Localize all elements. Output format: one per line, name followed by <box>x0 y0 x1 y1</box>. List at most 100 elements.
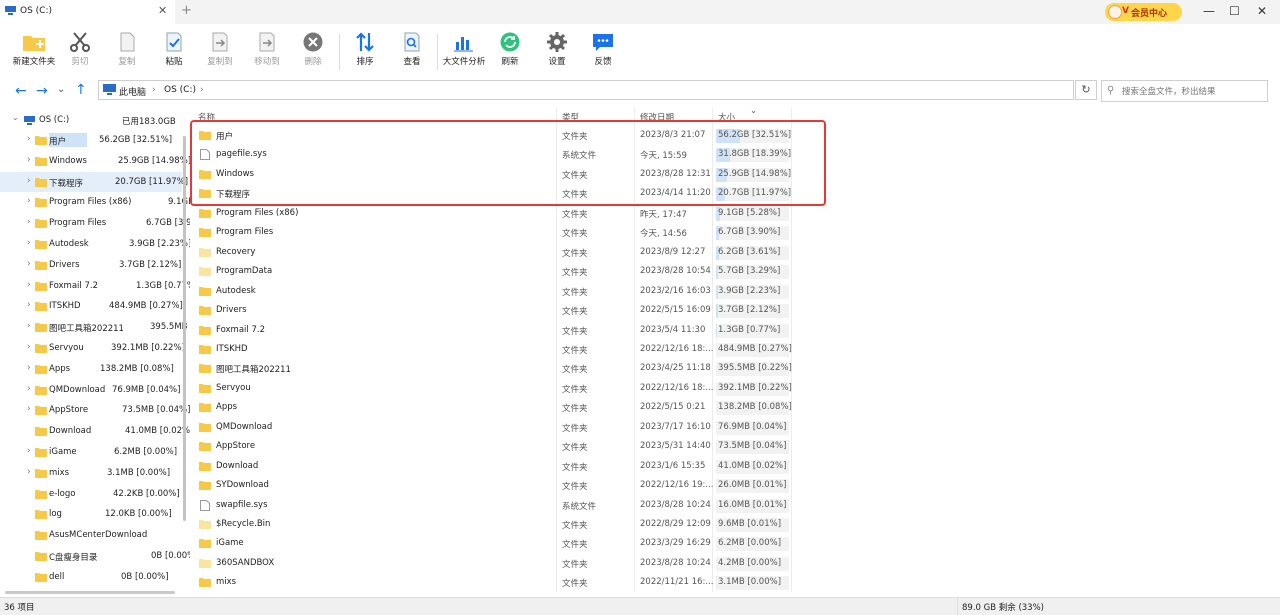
feedback-button[interactable]: 反馈 <box>579 32 627 67</box>
file-type: 文件夹 <box>562 540 588 551</box>
file-row[interactable]: Foxmail 7.2 文件夹 2023/5/4 11:30 1.3GB [0.77%… <box>190 321 790 340</box>
file-row[interactable]: mixs 文件夹 2022/11/21 16:... 3.1MB [0.00%] <box>190 573 790 592</box>
up-arrow-icon[interactable]: ↑ <box>75 82 87 98</box>
file-row[interactable]: swapfile.sys 系统文件 2023/8/28 10:24 16.0MB [0… <box>190 496 790 515</box>
tree-item-size: 25.9GB [14.98%] <box>118 155 190 166</box>
tree-item[interactable]: › Windows 25.9GB [14.98%] <box>0 151 190 171</box>
tree-horizontal-scrollbar[interactable] <box>5 591 175 594</box>
settings-button[interactable]: 设置 <box>533 32 581 67</box>
large-file-analysis-button[interactable]: 大文件分析 <box>440 32 488 67</box>
back-arrow-icon[interactable]: ← <box>15 83 27 99</box>
tree-item[interactable]: › 用户 56.2GB [32.51%] <box>0 130 182 150</box>
file-row[interactable]: SYDownload 文件夹 2022/12/16 19:... 26.0MB [0.… <box>190 476 790 495</box>
search-box[interactable]: ⚲ <box>1101 80 1268 102</box>
expand-chevron-icon[interactable]: › <box>27 217 31 227</box>
tree-item[interactable]: C盘瘦身目录 0B [0.00%] <box>0 546 190 566</box>
close-button[interactable]: ✕ <box>1257 4 1267 18</box>
tree-item[interactable]: AsusMCenterDownload <box>0 525 182 545</box>
search-input[interactable] <box>1120 83 1264 100</box>
file-row[interactable]: QMDownload 文件夹 2023/7/17 16:10 76.9MB [0.04… <box>190 418 790 437</box>
new-folder-button[interactable]: 新建文件夹 <box>10 32 58 67</box>
address-bar[interactable]: 此电脑 › OS (C:) › <box>98 80 1074 100</box>
file-row[interactable]: Apps 文件夹 2022/5/15 0:21 138.2MB [0.08%] <box>190 398 792 417</box>
file-row[interactable]: ITSKHD 文件夹 2022/12/16 18:... 484.9MB [0.27%… <box>190 340 792 359</box>
forward-arrow-icon[interactable]: → <box>36 83 48 99</box>
new-tab-button[interactable]: + <box>181 3 192 18</box>
tree-item[interactable]: › Servyou 392.1MB [0.22%] <box>0 338 185 358</box>
file-row[interactable]: Recovery 文件夹 2023/8/9 12:27 6.2GB [3.61%] <box>190 243 790 262</box>
tree-item[interactable]: › Foxmail 7.2 1.3GB [0.77%] <box>0 276 190 296</box>
breadcrumb-this-pc[interactable]: 此电脑 <box>119 85 146 98</box>
tree-item[interactable]: › ITSKHD 484.9MB [0.27%] <box>0 296 183 316</box>
tree-item[interactable]: Download 41.0MB [0.02%] <box>0 421 190 441</box>
expand-chevron-icon[interactable]: › <box>27 467 31 477</box>
expand-chevron-icon[interactable]: › <box>27 259 31 269</box>
file-row[interactable]: 图吧工具箱202211 文件夹 2023/4/25 11:18 395.5MB [0.… <box>190 359 792 378</box>
sort-button[interactable]: 排序 <box>341 32 389 67</box>
file-row[interactable]: Download 文件夹 2023/1/6 15:35 41.0MB [0.02%] <box>190 457 790 476</box>
tree-scrollbar[interactable] <box>183 136 186 521</box>
tree-item[interactable]: e-logo 42.2KB [0.00%] <box>0 484 182 504</box>
expand-chevron-icon[interactable]: › <box>27 404 31 414</box>
copy-to-button[interactable]: 复制到 <box>196 32 244 67</box>
tree-item[interactable]: ›Program Files6.7GB [3.90%] <box>0 213 190 233</box>
tab-os-c[interactable]: OS (C:) ✕ <box>0 0 175 24</box>
tree-item[interactable]: ›图吧工具箱202211395.5MB [0.22%] <box>0 317 190 337</box>
expand-chevron-icon[interactable]: › <box>27 176 31 186</box>
history-dropdown-icon[interactable]: ⌄ <box>57 84 65 95</box>
folder-icon <box>35 156 47 169</box>
tree-item[interactable]: › QMDownload 76.9MB [0.04%] <box>0 380 182 400</box>
refresh-button[interactable]: 刷新 <box>486 32 534 67</box>
tree-item[interactable]: › iGame 6.2MB [0.00%] <box>0 442 182 462</box>
maximize-button[interactable]: ☐ <box>1229 4 1240 18</box>
status-bar: 36 项目 89.0 GB 剩余 (33%) <box>0 597 1280 615</box>
file-row[interactable]: ProgramData 文件夹 2023/8/28 10:54 5.7GB [3.29… <box>190 262 790 281</box>
expand-chevron-icon[interactable]: › <box>27 300 31 310</box>
file-date: 今天, 14:56 <box>640 229 687 240</box>
tree-item[interactable]: › Autodesk 3.9GB [2.23%] <box>0 234 190 254</box>
expand-chevron-icon[interactable]: › <box>27 196 31 206</box>
file-row[interactable]: Drivers 文件夹 2022/5/15 16:09 3.7GB [2.12%] <box>190 301 790 320</box>
minimize-button[interactable]: — <box>1203 4 1215 18</box>
vip-center-button[interactable]: V 会员中心 <box>1105 3 1182 21</box>
tree-item[interactable]: log 12.0KB [0.00%] <box>0 504 182 524</box>
expand-chevron-icon[interactable]: › <box>27 238 31 248</box>
delete-button[interactable]: 删除 <box>289 32 337 67</box>
tree-item[interactable]: dell 0B [0.00%] <box>0 567 182 587</box>
file-row[interactable]: AppStore 文件夹 2023/5/31 14:40 73.5MB [0.04%] <box>190 437 790 456</box>
paste-button[interactable]: 粘贴 <box>150 32 198 67</box>
file-row[interactable]: Program Files (x86) 文件夹 昨天, 17:47 9.1GB [5.… <box>190 204 790 223</box>
view-button[interactable]: 查看 <box>388 32 436 67</box>
cut-button[interactable]: 剪切 <box>56 32 104 67</box>
tree-item[interactable]: › Program Files (x86) 9.1GB [5.28%] <box>0 192 190 212</box>
file-row[interactable]: Program Files 文件夹 今天, 14:56 6.7GB [3.90%] <box>190 223 790 242</box>
expand-chevron-icon[interactable]: › <box>27 363 31 373</box>
move-to-button[interactable]: 移动到 <box>243 32 291 67</box>
file-row[interactable]: Autodesk 文件夹 2023/2/16 16:03 3.9GB [2.23%] <box>190 282 790 301</box>
file-row[interactable]: iGame 文件夹 2023/3/29 16:29 6.2MB [0.00%] <box>190 534 790 553</box>
file-type: 文件夹 <box>562 209 588 220</box>
expand-chevron-icon[interactable]: › <box>27 280 31 290</box>
expand-chevron-icon[interactable]: › <box>27 155 31 165</box>
file-row[interactable]: $Recycle.Bin 文件夹 2022/8/29 12:09 9.6MB [0.0… <box>190 515 790 534</box>
tab-close-icon[interactable]: ✕ <box>158 4 167 17</box>
expand-chevron-icon[interactable]: › <box>27 342 31 352</box>
file-row[interactable]: Servyou 文件夹 2022/12/16 18:... 392.1MB [0.22… <box>190 379 792 398</box>
tree-item-label: 下载程序 <box>49 178 84 189</box>
expand-chevron-icon[interactable]: › <box>27 134 31 144</box>
expand-chevron-icon[interactable]: › <box>27 446 31 456</box>
expand-chevron-icon[interactable]: › <box>27 321 31 331</box>
expand-chevron-icon[interactable]: › <box>27 384 31 394</box>
copy-button[interactable]: 复制 <box>103 32 151 67</box>
tree-item[interactable]: › AppStore 73.5MB [0.04%] <box>0 400 190 420</box>
address-refresh-icon[interactable]: ↻ <box>1075 80 1097 100</box>
folder-icon <box>199 363 211 376</box>
tree-item[interactable]: › Drivers 3.7GB [2.12%] <box>0 255 182 275</box>
breadcrumb-os-c[interactable]: OS (C:) <box>164 85 196 95</box>
file-row[interactable]: 360SANDBOX 文件夹 2023/8/28 10:24 4.2MB [0.00%… <box>190 554 790 573</box>
tree-item[interactable]: › 下载程序 20.7GB [11.97%] <box>0 171 188 192</box>
tree-item[interactable]: › mixs 3.1MB [0.00%] <box>0 463 182 483</box>
tree-item[interactable]: › Apps 138.2MB [0.08%] <box>0 359 182 379</box>
folder-icon <box>199 577 211 590</box>
file-size: 9.6MB [0.01%] <box>718 519 782 529</box>
